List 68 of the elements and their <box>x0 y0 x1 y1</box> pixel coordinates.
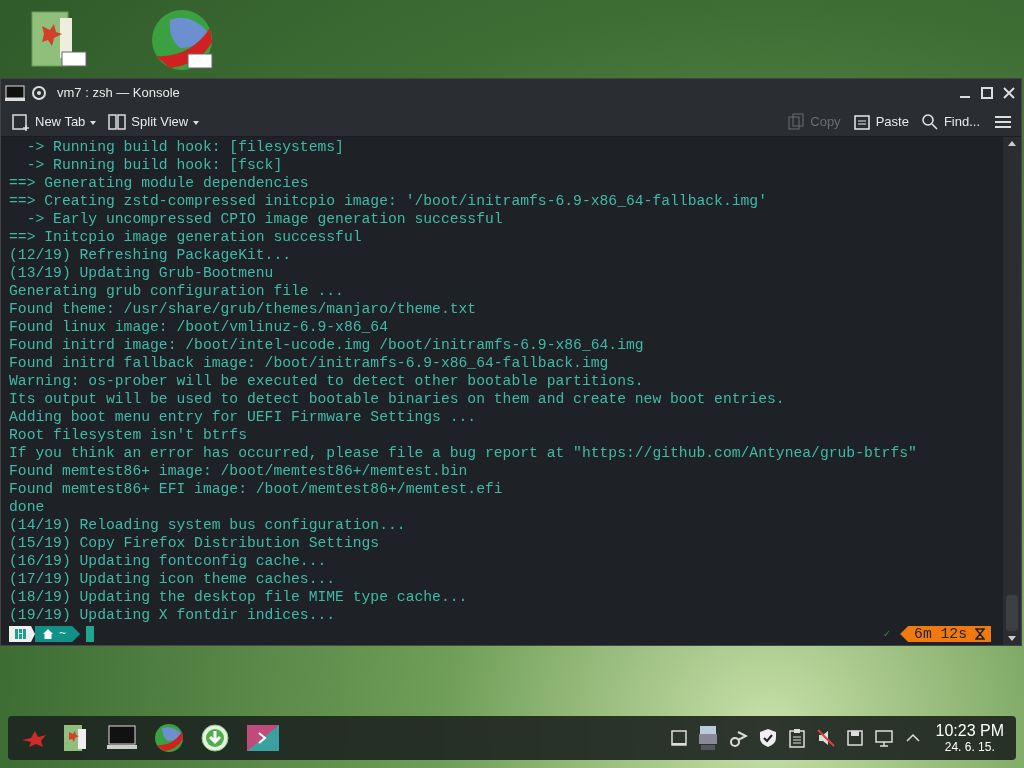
hourglass-icon <box>975 628 985 640</box>
scroll-up-icon[interactable] <box>1007 139 1017 147</box>
maximize-icon[interactable] <box>979 85 995 101</box>
terminal-line: Found theme: /usr/share/grub/themes/manjaro/theme.txt <box>9 300 478 318</box>
terminal-line: Root filesystem isn't btrfs <box>9 426 248 444</box>
clipboard-icon[interactable] <box>787 728 806 748</box>
terminal-line: ==> Creating zstd-compressed initcpio image: '/boot/initramfs-6.9-x86_64-fallback.img' <box>9 192 768 210</box>
terminal-line: done <box>9 498 46 516</box>
save-icon[interactable] <box>845 729 864 747</box>
terminal-line: (14/19) Reloading system bus configuration... <box>9 516 407 534</box>
terminal-line: Generating grub configuration file ... <box>9 282 345 300</box>
cursor <box>86 626 95 642</box>
globe-icon[interactable] <box>150 8 214 72</box>
terminal-line: Adding boot menu entry for UEFI Firmware Settings ... <box>9 408 478 426</box>
duration-segment: 6m 12s <box>900 626 991 642</box>
path-segment: ~ <box>35 626 81 642</box>
terminal-line: (13/19) Updating Grub-Bootmenu <box>9 264 275 282</box>
search-icon <box>920 112 939 131</box>
manjaro-logo-icon <box>9 626 35 642</box>
status-check: ✓ <box>883 627 891 642</box>
pin-icon[interactable] <box>31 85 47 101</box>
terminal-line: -> Running build hook: [fsck] <box>25 156 284 174</box>
terminal-line: (19/19) Updating X fontdir indices... <box>9 606 337 624</box>
split-view-icon <box>108 112 127 131</box>
paste-button[interactable]: Paste <box>849 109 912 134</box>
dropdown-icon <box>90 118 97 125</box>
find-button[interactable]: Find... <box>917 109 983 134</box>
split-button[interactable]: Split View <box>105 109 203 134</box>
menu-icon[interactable] <box>993 113 1013 130</box>
home-icon <box>43 629 53 639</box>
close-icon[interactable] <box>1001 85 1017 101</box>
terminal-line: Found linux image: /boot/vmlinuz-6.9-x86_64 <box>9 318 389 336</box>
folder-icon[interactable] <box>30 8 90 70</box>
terminal-line: ==> Generating module dependencies <box>9 174 310 192</box>
window-icon[interactable] <box>669 729 688 747</box>
scanner-icon[interactable] <box>697 724 718 752</box>
muted-speaker-icon[interactable] <box>815 728 836 748</box>
terminal-line: Found initrd fallback image: /boot/initramfs-6.9-x86_64-fallback.img <box>9 354 610 372</box>
copy-icon <box>787 112 806 131</box>
terminal-line: Found memtest86+ image: /boot/memtest86+/memtest.bin <box>9 462 469 480</box>
shield-icon[interactable] <box>757 728 778 748</box>
app-icon[interactable] <box>246 724 280 752</box>
dropdown-icon <box>193 118 200 125</box>
new-tab-icon <box>12 112 30 131</box>
scrollbar[interactable] <box>1003 137 1021 645</box>
terminal-line: -> Running build hook: [filesystems] <box>25 138 345 156</box>
terminal-line: Its output will be used to detect bootable binaries on them and create new boot entries. <box>9 390 786 408</box>
download-icon[interactable] <box>200 723 230 753</box>
terminal-line: Found memtest86+ EFI image: /boot/memtest86+/memtest.efi <box>9 480 504 498</box>
globe-icon[interactable] <box>154 723 184 753</box>
clock-time[interactable]: 10:23 PM <box>935 722 1004 740</box>
terminal-line: If you think an error has occurred, please file a bug report at "https://github.com/Antynea/grub-btrfs" <box>9 444 918 462</box>
paste-icon <box>852 112 871 131</box>
newtab-button[interactable]: New Tab <box>9 109 100 134</box>
terminal-icon <box>5 85 25 101</box>
terminal-line: -> Early uncompressed CPIO image generation successful <box>25 210 504 228</box>
terminal-line: (17/19) Updating icon theme caches... <box>9 570 337 588</box>
terminal-line: (15/19) Copy Firefox Distribution Settings <box>9 534 381 552</box>
terminal-line: (18/19) Updating the desktop file MIME type cache... <box>9 588 469 606</box>
monitor-icon[interactable] <box>873 728 894 748</box>
window-title: vm7 : zsh — Konsole <box>57 84 180 103</box>
terminal-line: Warning: os-prober will be executed to detect other bootable partitions. <box>9 372 645 390</box>
clock-date[interactable]: 24. 6. 15. <box>944 740 995 754</box>
terminal-line: (12/19) Refreshing PackageKit... <box>9 246 293 264</box>
terminal-line: (16/19) Updating fontconfig cache... <box>9 552 328 570</box>
terminal-line: Found initrd image: /boot/intel-ucode.img /boot/initramfs-6.9-x86_64.img <box>9 336 645 354</box>
terminal-line: ==> Initcpio image generation successful <box>9 228 363 246</box>
scroll-down-icon[interactable] <box>1007 635 1017 643</box>
